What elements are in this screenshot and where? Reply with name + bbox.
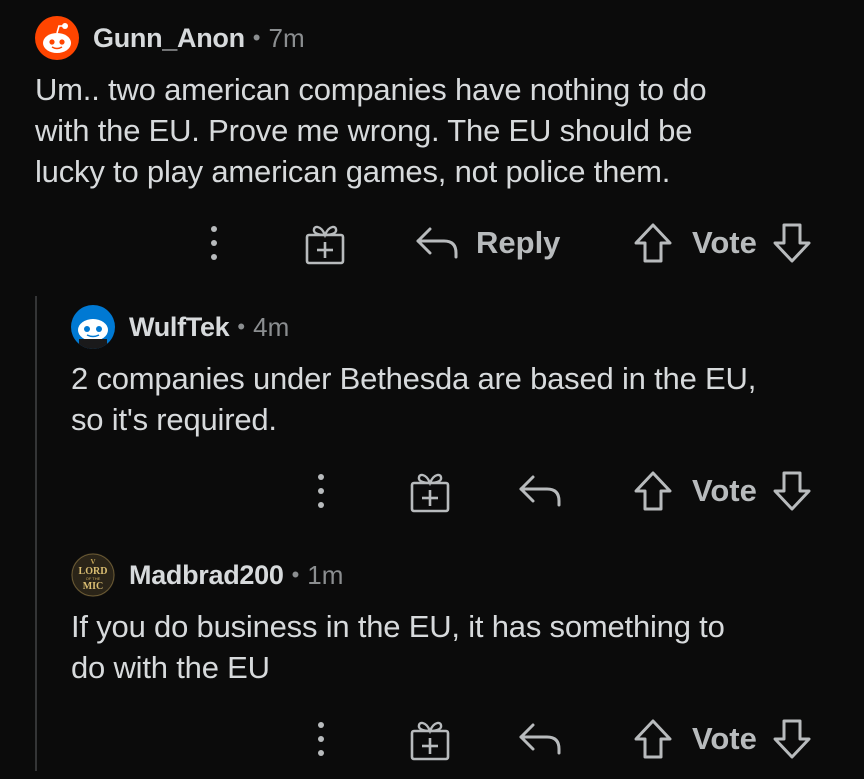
snoo-orange-avatar[interactable] <box>35 16 79 60</box>
comment-body: 2 companies under Bethesda are based in … <box>71 358 756 440</box>
comment-actions: Vote <box>0 466 864 516</box>
reply-label: Reply <box>476 225 561 260</box>
avatar-logo-text: MIC <box>83 581 104 592</box>
comment-body: Um.. two american companies have nothing… <box>35 69 707 192</box>
vote-label: Vote <box>692 225 757 260</box>
upvote-icon[interactable] <box>632 469 674 513</box>
award-button[interactable] <box>409 466 451 516</box>
more-options-button[interactable] <box>207 218 221 268</box>
comment-timestamp: 7m <box>268 22 305 53</box>
snoo-blue-avatar[interactable] <box>71 305 115 349</box>
comment-body-line: with the EU. Prove me wrong. The EU shou… <box>35 113 693 148</box>
vote-controls: Vote <box>632 218 813 268</box>
vote-label: Vote <box>692 721 757 756</box>
reply-button[interactable]: Reply <box>414 218 560 268</box>
comment-gunn-anon: Gunn_Anon • 7m Um.. two american compani… <box>35 13 707 192</box>
comment-timestamp: 4m <box>253 311 290 342</box>
comment-body: If you do business in the EU, it has som… <box>71 606 725 688</box>
comment-body-line: Um.. two american companies have nothing… <box>35 72 707 107</box>
more-vertical-icon <box>211 226 217 260</box>
lord-of-the-mic-avatar[interactable]: V LORD OF THE MIC <box>71 553 115 597</box>
downvote-icon[interactable] <box>771 221 813 265</box>
gift-icon <box>410 473 450 513</box>
comment-body-line: If you do business in the EU, it has som… <box>71 609 725 644</box>
more-options-button[interactable] <box>314 466 328 516</box>
comment-wulftek: WulfTek • 4m 2 companies under Bethesda … <box>71 302 756 440</box>
comment-header: V LORD OF THE MIC Madbrad200 • 1m <box>71 550 725 600</box>
reply-button[interactable] <box>517 466 563 516</box>
reply-arrow-icon <box>519 475 561 507</box>
vote-controls: Vote <box>632 466 813 516</box>
reply-arrow-icon <box>519 723 561 755</box>
upvote-icon[interactable] <box>632 717 674 761</box>
downvote-icon[interactable] <box>771 717 813 761</box>
vote-controls: Vote <box>632 714 813 764</box>
comment-body-line: so it's required. <box>71 402 277 437</box>
comment-header: WulfTek • 4m <box>71 302 756 352</box>
upvote-icon[interactable] <box>632 221 674 265</box>
comment-username[interactable]: Gunn_Anon <box>93 23 245 54</box>
reply-button[interactable] <box>517 714 563 764</box>
comment-body-line: lucky to play american games, not police… <box>35 154 671 189</box>
award-button[interactable] <box>409 714 451 764</box>
gift-icon <box>305 225 345 265</box>
comment-actions: Reply Vote <box>0 218 864 268</box>
more-options-button[interactable] <box>314 714 328 764</box>
award-button[interactable] <box>304 218 346 268</box>
comment-timestamp: 1m <box>307 559 344 590</box>
vote-label: Vote <box>692 473 757 508</box>
avatar-logo-text: V <box>90 558 95 566</box>
comment-body-line: do with the EU <box>71 650 270 685</box>
gift-icon <box>410 721 450 761</box>
more-vertical-icon <box>318 722 324 756</box>
downvote-icon[interactable] <box>771 469 813 513</box>
comment-header: Gunn_Anon • 7m <box>35 13 706 63</box>
comment-username[interactable]: Madbrad200 <box>129 560 284 591</box>
separator-dot: • <box>291 562 300 587</box>
thread-line[interactable] <box>35 296 37 771</box>
more-vertical-icon <box>318 474 324 508</box>
separator-dot: • <box>252 25 261 50</box>
comment-madbrad200: V LORD OF THE MIC Madbrad200 • 1m If you… <box>71 550 725 688</box>
comment-username[interactable]: WulfTek <box>129 312 230 343</box>
comment-body-line: 2 companies under Bethesda are based in … <box>71 361 757 396</box>
separator-dot: • <box>237 314 246 339</box>
comment-actions: Vote <box>0 714 864 764</box>
reply-arrow-icon <box>416 227 458 259</box>
